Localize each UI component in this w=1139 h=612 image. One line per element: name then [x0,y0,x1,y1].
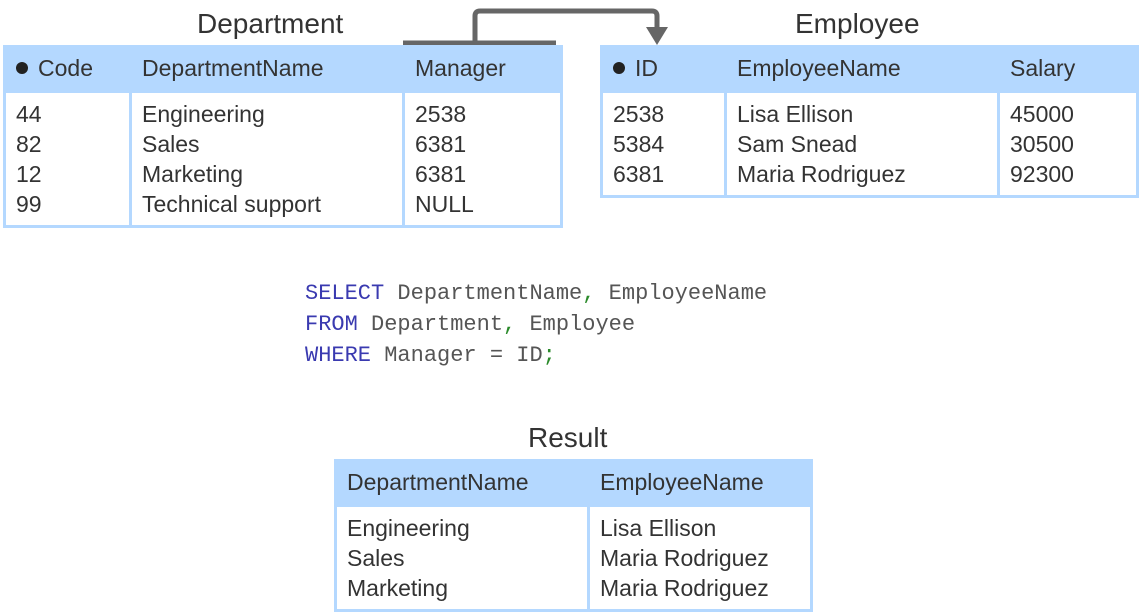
employee-salary-cell: 45000 30500 92300 [997,91,1139,198]
column-header-departmentname: DepartmentName [334,459,590,507]
column-header-manager: Manager [402,45,563,93]
column-header-salary: Salary [997,45,1139,93]
result-employee-cell: Lisa Ellison Maria Rodriguez Maria Rodrigu… [587,505,813,612]
column-header-employeename: EmployeeName [724,45,1000,93]
department-code-cell: 44 82 12 99 [3,91,132,228]
employee-table: ID EmployeeName Salary 2538 5384 6381 Lisa… [600,45,1139,198]
sql-query: SELECT DepartmentName, EmployeeName FROM … [305,278,767,371]
primary-key-icon [613,62,625,74]
employee-title: Employee [795,8,920,39]
employee-id-cell: 2538 5384 6381 [600,91,727,198]
department-manager-cell: 2538 6381 6381 NULL [402,91,563,228]
result-table: DepartmentName EmployeeName Engineering S… [334,459,813,612]
column-header-employeename: EmployeeName [587,459,813,507]
arrow-path [472,8,660,43]
sql-line-select: SELECT DepartmentName, EmployeeName [305,281,768,306]
department-name-cell: Engineering Sales Marketing Technical suppo… [129,91,405,228]
sql-line-where: WHERE Manager = ID; [305,343,556,368]
result-title: Result [528,422,608,453]
sql-line-from: FROM Department, Employee [305,312,636,337]
department-title: Department [197,8,344,39]
column-header-code: Code [3,45,132,93]
column-header-id: ID [600,45,727,93]
primary-key-icon [16,62,28,74]
arrow-head [646,27,668,45]
department-table: Code DepartmentName Manager 44 82 12 99 Eng… [3,45,563,228]
employee-name-cell: Lisa Ellison Sam Snead Maria Rodriguez [724,91,1000,198]
column-header-departmentname: DepartmentName [129,45,405,93]
result-department-cell: Engineering Sales Marketing [334,505,590,612]
